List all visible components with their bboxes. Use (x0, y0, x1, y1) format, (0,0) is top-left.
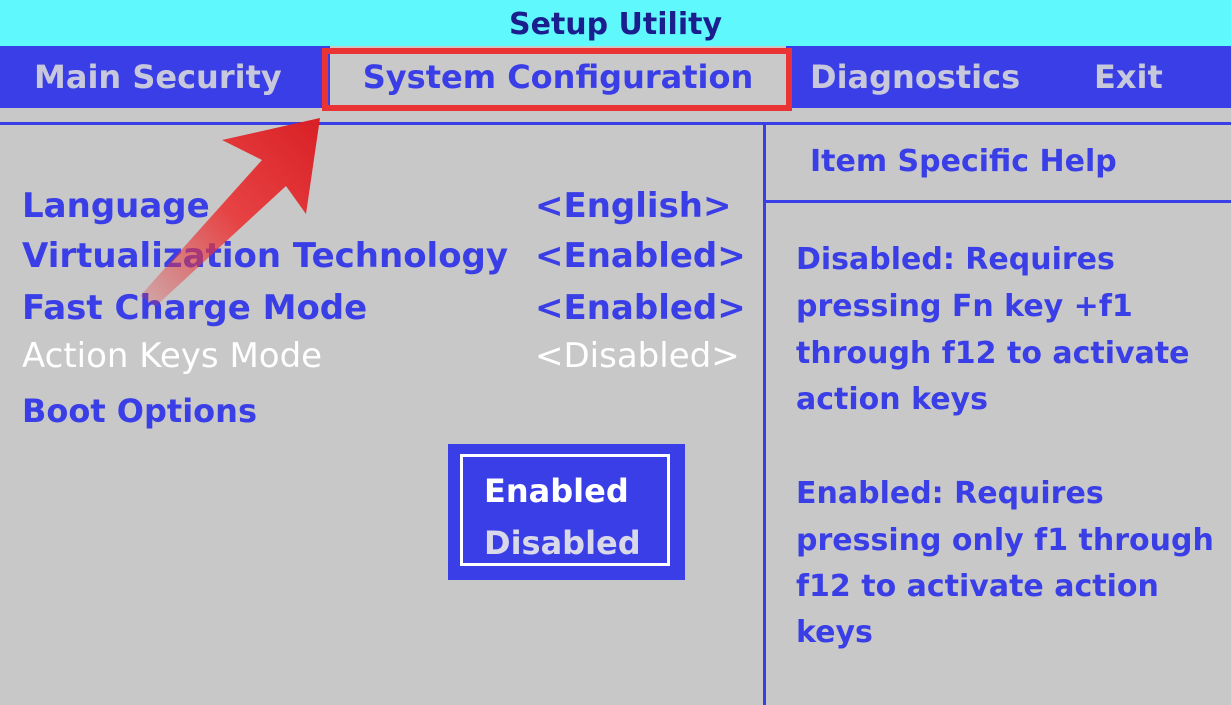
red-arrow-icon (140, 118, 320, 306)
